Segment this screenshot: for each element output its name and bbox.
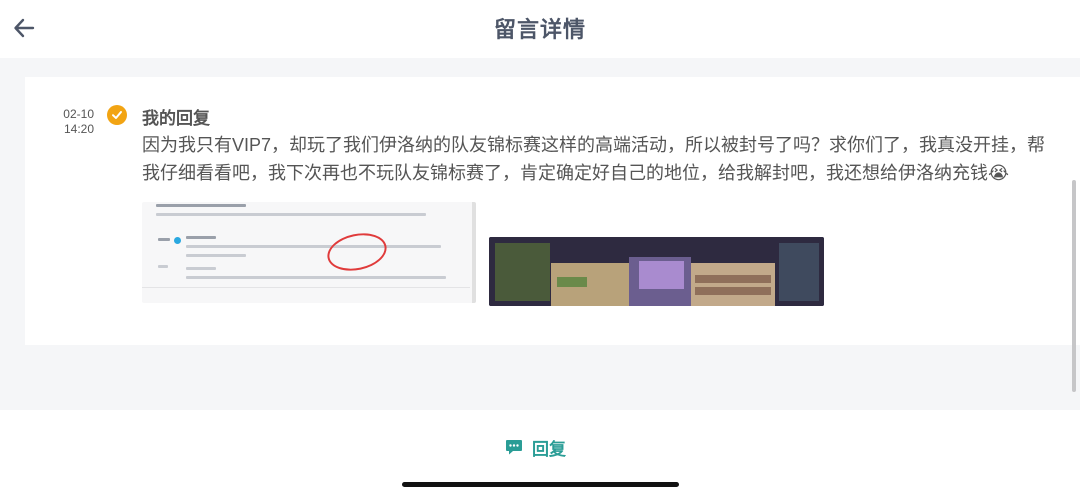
bottom-bar: 回复 [0, 410, 1080, 498]
scrollbar[interactable] [1072, 180, 1076, 392]
message-card: 02-10 14:20 我的回复 因为我只有VIP7，却玩了我们伊洛纳的队友锦标… [25, 77, 1080, 345]
reply-title: 我的回复 [142, 109, 210, 128]
home-indicator[interactable] [402, 482, 679, 487]
message-date: 02-10 [63, 107, 94, 121]
message-timestamp: 02-10 14:20 [58, 107, 94, 137]
chat-icon [506, 440, 522, 455]
reply-button[interactable]: 回复 [504, 435, 566, 459]
reply-label: 回复 [532, 439, 566, 459]
top-bar: 留言详情 [0, 0, 1080, 58]
attachment-image-2[interactable] [489, 237, 824, 306]
check-icon [107, 105, 127, 125]
attachment-image-1[interactable] [142, 202, 476, 303]
message-time: 14:20 [63, 122, 94, 136]
reply-text: 因为我只有VIP7，却玩了我们伊洛纳的队友锦标赛这样的高端活动，所以被封号了吗？… [142, 135, 1046, 183]
page-title: 留言详情 [493, 17, 586, 42]
